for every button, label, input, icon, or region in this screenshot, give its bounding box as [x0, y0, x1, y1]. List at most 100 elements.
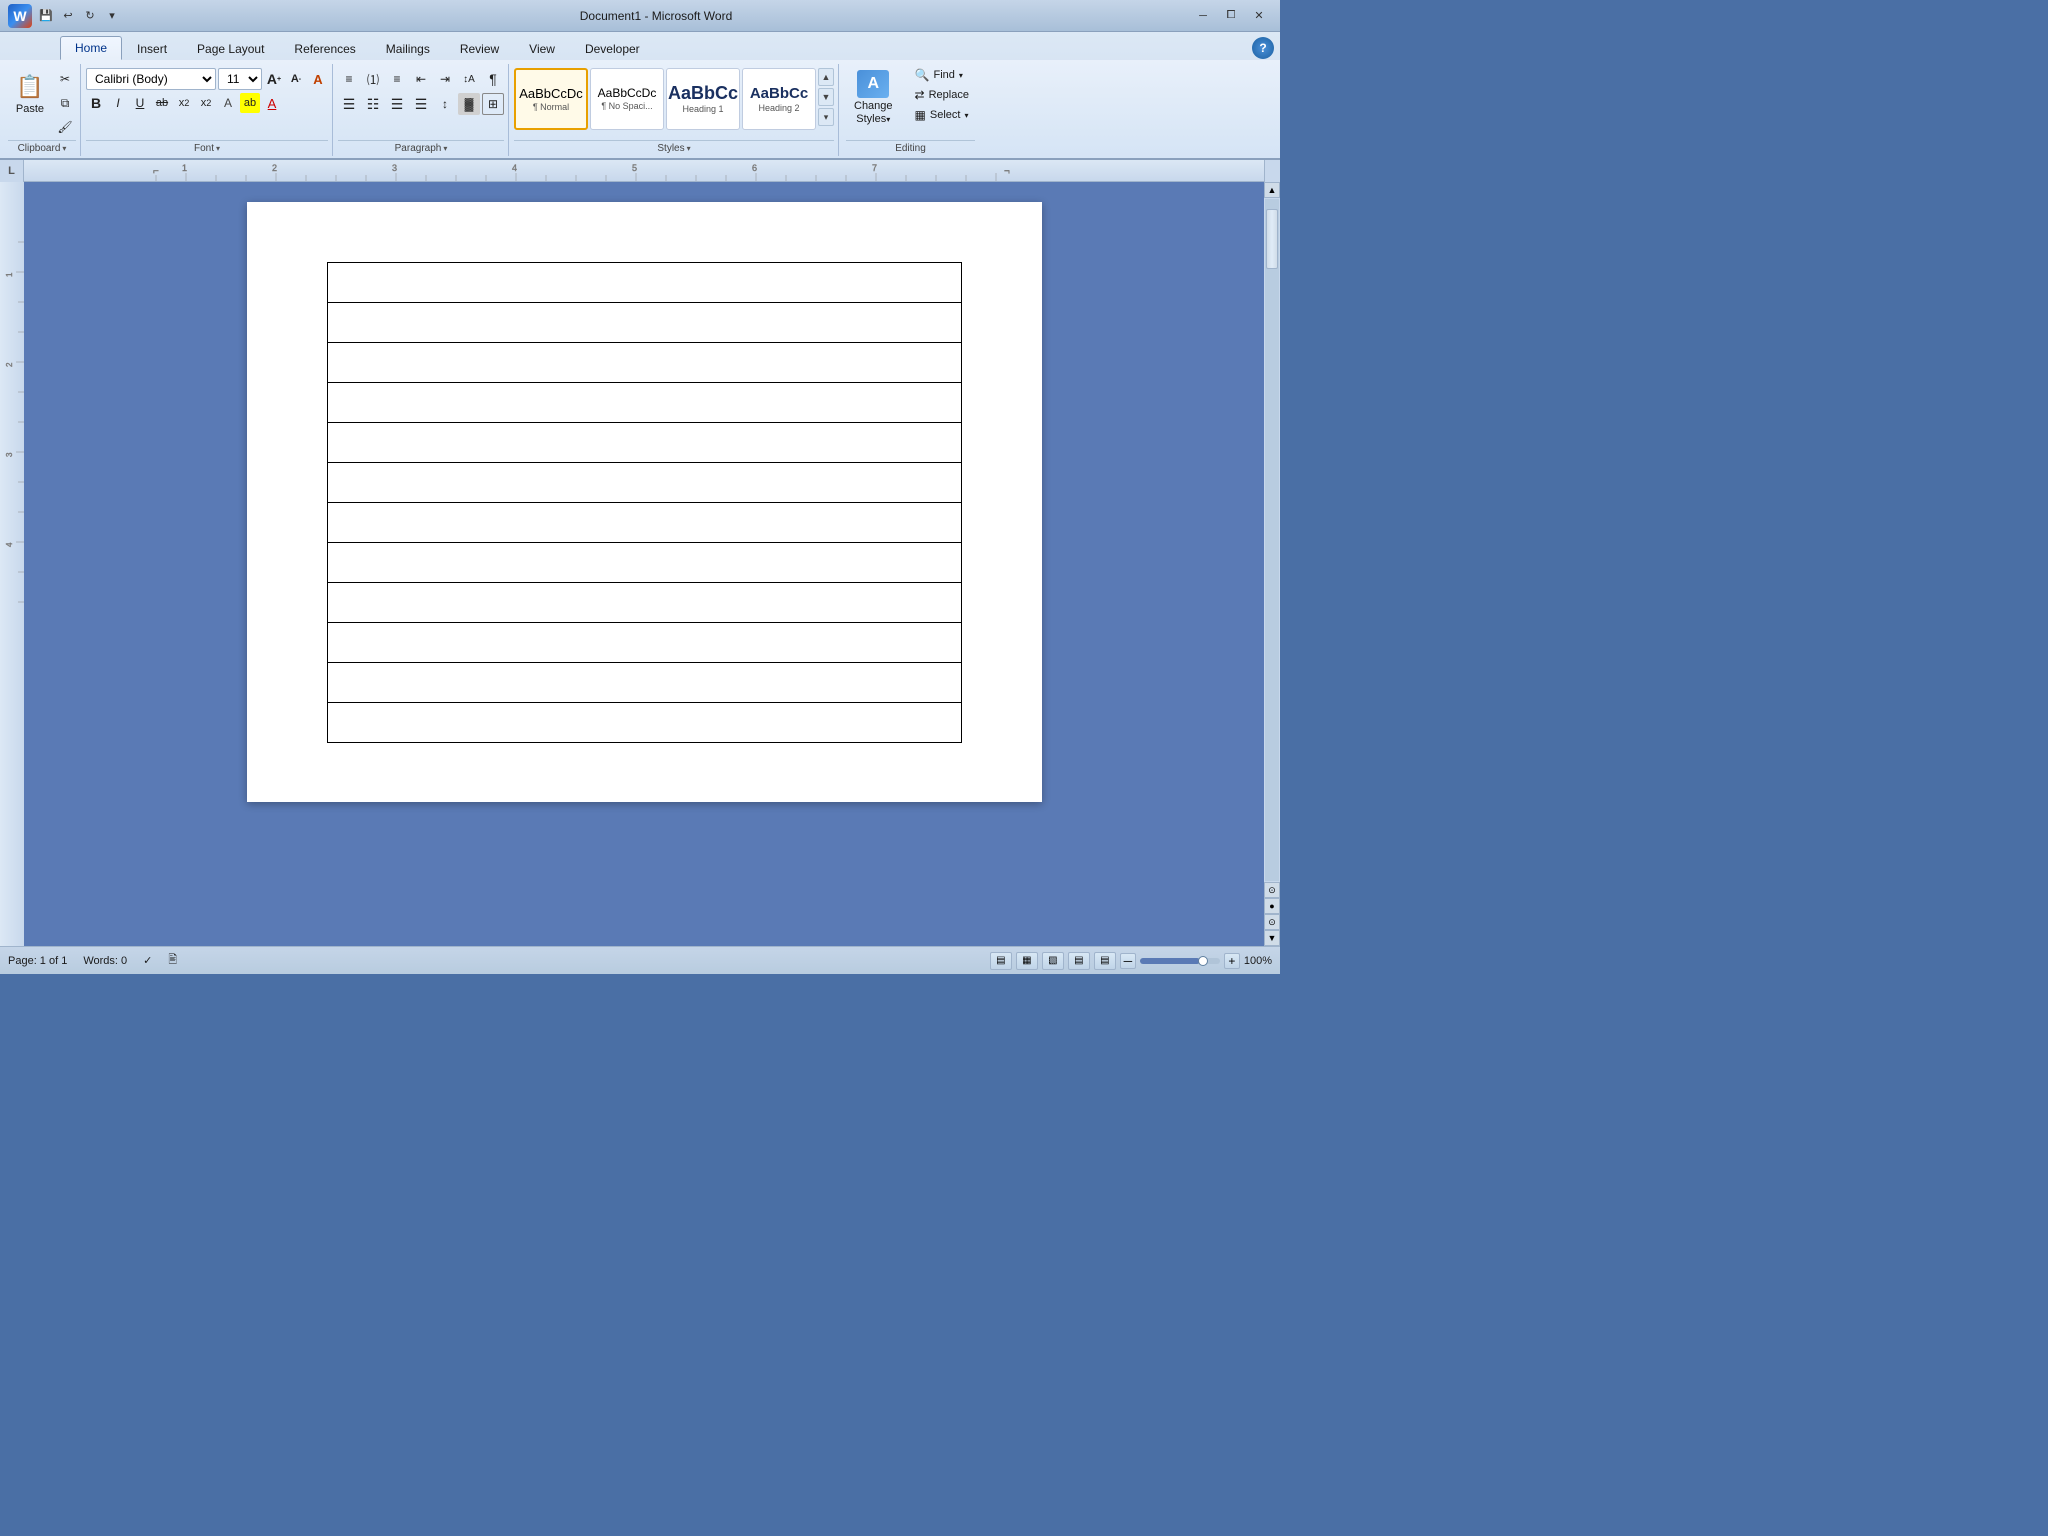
multilevel-button[interactable]: ≡: [386, 68, 408, 90]
subscript-button[interactable]: x2: [174, 93, 194, 113]
table-cell[interactable]: [327, 263, 961, 303]
outline-button[interactable]: ▤: [1068, 952, 1090, 970]
highlight-button[interactable]: ab: [240, 93, 260, 113]
tab-view[interactable]: View: [514, 36, 570, 60]
justify-button[interactable]: ☰: [410, 93, 432, 115]
borders-button[interactable]: ⊞: [482, 93, 504, 115]
align-right-button[interactable]: ☰: [386, 93, 408, 115]
zoom-level[interactable]: 100%: [1244, 955, 1272, 967]
show-marks-button[interactable]: ¶: [482, 68, 504, 90]
change-styles-button[interactable]: A ChangeStyles▾: [846, 66, 901, 130]
ruler-corner[interactable]: L: [0, 160, 24, 182]
superscript-button[interactable]: x2: [196, 93, 216, 113]
styles-down-arrow[interactable]: ▼: [818, 88, 834, 106]
table-cell[interactable]: [327, 423, 961, 463]
scroll-next-page[interactable]: ⊙: [1264, 914, 1280, 930]
clipboard-expand[interactable]: ▾: [62, 144, 66, 153]
table-cell[interactable]: [327, 703, 961, 743]
vertical-scrollbar[interactable]: ▲ ⊙ ● ⊙ ▼: [1264, 182, 1280, 946]
table-row[interactable]: [327, 423, 961, 463]
table-cell[interactable]: [327, 343, 961, 383]
save-quick-btn[interactable]: 💾: [36, 6, 56, 26]
copy-button[interactable]: ⧉: [54, 92, 76, 114]
zoom-in-button[interactable]: +: [1224, 953, 1240, 969]
increase-indent-button[interactable]: ⇥: [434, 68, 456, 90]
table-row[interactable]: [327, 663, 961, 703]
table-row[interactable]: [327, 703, 961, 743]
table-row[interactable]: [327, 543, 961, 583]
scroll-select-browse[interactable]: ●: [1264, 898, 1280, 914]
word-count[interactable]: Words: 0: [83, 955, 127, 967]
undo-quick-btn[interactable]: ↩: [58, 6, 78, 26]
style-nospacing[interactable]: AaBbCcDc ¶ No Spaci...: [590, 68, 664, 130]
italic-button[interactable]: I: [108, 93, 128, 113]
print-layout-button[interactable]: ▤: [990, 952, 1012, 970]
numbering-button[interactable]: ⑴: [362, 68, 384, 90]
document-page[interactable]: [247, 202, 1042, 802]
restore-button[interactable]: ⧠: [1218, 6, 1244, 26]
paragraph-expand[interactable]: ▾: [443, 144, 447, 153]
font-shrink-button[interactable]: A-: [286, 69, 306, 89]
tab-home[interactable]: Home: [60, 36, 122, 60]
sort-button[interactable]: ↕A: [458, 68, 480, 90]
tab-review[interactable]: Review: [445, 36, 514, 60]
zoom-knob[interactable]: [1198, 956, 1208, 966]
scroll-up-button[interactable]: ▲: [1264, 182, 1280, 198]
styles-expand[interactable]: ▾: [687, 144, 691, 153]
font-clear-button[interactable]: A: [308, 69, 328, 89]
table-row[interactable]: [327, 503, 961, 543]
cut-button[interactable]: ✂: [54, 68, 76, 90]
underline-button[interactable]: U: [130, 93, 150, 113]
table-cell[interactable]: [327, 583, 961, 623]
tab-mailings[interactable]: Mailings: [371, 36, 445, 60]
bold-button[interactable]: B: [86, 93, 106, 113]
app-icon[interactable]: W: [8, 4, 32, 28]
style-normal[interactable]: AaBbCcDc ¶ Normal: [514, 68, 588, 130]
web-layout-button[interactable]: ▧: [1042, 952, 1064, 970]
table-cell[interactable]: [327, 623, 961, 663]
scroll-down-button[interactable]: ▼: [1264, 930, 1280, 946]
tab-insert[interactable]: Insert: [122, 36, 182, 60]
tab-references[interactable]: References: [279, 36, 370, 60]
find-dropdown[interactable]: ▾: [959, 71, 963, 80]
close-button[interactable]: ✕: [1246, 6, 1272, 26]
table-row[interactable]: [327, 303, 961, 343]
replace-button[interactable]: ⇄ Replace: [909, 86, 975, 104]
table-cell[interactable]: [327, 383, 961, 423]
spell-check-icon[interactable]: ✓: [143, 954, 152, 967]
font-expand[interactable]: ▾: [216, 144, 220, 153]
document-area[interactable]: [24, 182, 1264, 946]
table-cell[interactable]: [327, 543, 961, 583]
strikethrough-button[interactable]: ab: [152, 93, 172, 113]
zoom-out-button[interactable]: ─: [1120, 953, 1136, 969]
scroll-track[interactable]: [1265, 199, 1279, 881]
minimize-button[interactable]: ─: [1190, 6, 1216, 26]
scroll-thumb[interactable]: [1266, 209, 1278, 269]
table-cell[interactable]: [327, 303, 961, 343]
format-painter-button[interactable]: 🖌: [54, 116, 76, 138]
styles-up-arrow[interactable]: ▲: [818, 68, 834, 86]
align-center-button[interactable]: ☷: [362, 93, 384, 115]
font-family-selector[interactable]: Calibri (Body): [86, 68, 216, 90]
tab-developer[interactable]: Developer: [570, 36, 655, 60]
text-effects-button[interactable]: A: [218, 93, 238, 113]
select-button[interactable]: ▦ Select ▾: [909, 106, 975, 124]
table-cell[interactable]: [327, 463, 961, 503]
language-button[interactable]: 🖹: [168, 951, 177, 970]
style-heading1[interactable]: AaBbCc Heading 1: [666, 68, 740, 130]
scroll-prev-page[interactable]: ⊙: [1264, 882, 1280, 898]
font-size-selector[interactable]: 11: [218, 68, 262, 90]
tab-pagelayout[interactable]: Page Layout: [182, 36, 279, 60]
help-button[interactable]: ?: [1252, 37, 1274, 59]
font-color-button[interactable]: A: [262, 93, 282, 113]
paste-button[interactable]: 📋 Paste: [8, 68, 52, 118]
table-row[interactable]: [327, 263, 961, 303]
full-reading-button[interactable]: ▦: [1016, 952, 1038, 970]
decrease-indent-button[interactable]: ⇤: [410, 68, 432, 90]
align-left-button[interactable]: ☰: [338, 93, 360, 115]
table-cell[interactable]: [327, 663, 961, 703]
zoom-slider[interactable]: [1140, 958, 1220, 964]
font-grow-button[interactable]: A+: [264, 69, 284, 89]
style-heading2[interactable]: AaBbCc Heading 2: [742, 68, 816, 130]
quick-access-dropdown[interactable]: ▾: [102, 6, 122, 26]
